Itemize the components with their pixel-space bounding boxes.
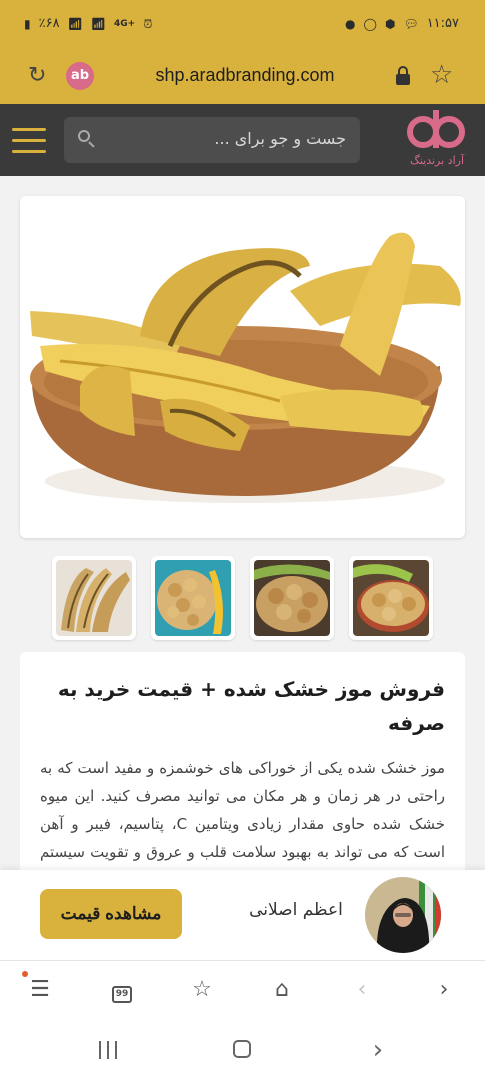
signal-icon: 📶︎ <box>67 16 83 31</box>
reload-icon[interactable]: ↻ <box>28 64 54 90</box>
site-badge-icon[interactable]: ab <box>66 62 94 90</box>
notification-dot-icon: ● <box>345 16 356 31</box>
thumbnail-image-chips-plate <box>353 560 429 636</box>
brand-name: آراد برندینگ <box>409 154 464 167</box>
product-title: فروش موز خشک شده + قیمت خرید به صرفه <box>57 677 445 735</box>
site-header: جست و جو برای ... آراد برندینگ <box>0 104 485 176</box>
seller-avatar[interactable] <box>363 875 443 955</box>
brand-logo[interactable]: آراد برندینگ <box>403 110 471 172</box>
recent-apps-icon[interactable] <box>88 1036 128 1064</box>
lock-icon[interactable] <box>396 66 410 86</box>
status-left: ▮ ٪۶۸ 📶︎ 📶︎ 4G+ ⏰︎ <box>24 16 153 31</box>
product-description: موز خشک شده یکی از خوراکی های خوشمزه و م… <box>40 759 445 880</box>
chat-icon: 💬︎ <box>403 16 419 31</box>
url-field[interactable]: shp.aradbranding.com <box>110 65 380 86</box>
logo-mark-icon <box>403 110 469 152</box>
forward-arrow-icon[interactable]: › <box>426 975 462 1007</box>
browser-address-bar: ↻ ab shp.aradbranding.com ☆ <box>0 48 485 104</box>
thumbnail-strip <box>52 556 434 640</box>
whatsapp-icon: ◯ <box>363 16 377 31</box>
network-type: 4G+ <box>114 18 136 29</box>
product-main-image[interactable] <box>20 196 465 538</box>
system-nav-bar: › <box>0 1020 485 1080</box>
alarm-icon: ⏰︎ <box>143 16 153 31</box>
status-bar: ▮ ٪۶۸ 📶︎ 📶︎ 4G+ ⏰︎ ● ◯ ⬢ 💬︎ ۱۱:۵۷ <box>0 0 485 48</box>
product-description-card: فروش موز خشک شده + قیمت خرید به صرفه موز… <box>20 652 465 880</box>
tabs-button[interactable]: 99 <box>104 975 140 1007</box>
system-back-icon[interactable]: › <box>358 1036 398 1064</box>
thumbnail-2[interactable] <box>151 556 235 640</box>
seller-bar: مشاهده قیمت اعظم اصلانی <box>0 870 485 960</box>
bookmark-star-icon[interactable]: ☆ <box>430 60 453 90</box>
battery-icon: ▮ <box>24 16 31 31</box>
thumbnail-image-banana-strips <box>56 560 132 636</box>
thumbnail-image-banana-chips <box>155 560 231 636</box>
back-arrow-icon[interactable]: ‹ <box>344 975 380 1007</box>
clock: ۱۱:۵۷ <box>426 16 459 31</box>
app-icon: ⬢ <box>384 16 396 31</box>
search-placeholder: جست و جو برای ... <box>214 129 346 148</box>
bookmarks-star-icon[interactable]: ☆ <box>184 975 220 1007</box>
thumbnail-image-chips-bowl <box>254 560 330 636</box>
menu-icon[interactable] <box>12 128 46 154</box>
menu-lines-icon[interactable]: ☰ <box>22 975 58 1007</box>
browser-bottom-nav: ☰ 99 ☆ ⌂ ‹ › <box>0 960 485 1020</box>
home-button-icon[interactable] <box>222 1036 262 1064</box>
thumbnail-3[interactable] <box>250 556 334 640</box>
home-icon[interactable]: ⌂ <box>264 975 300 1007</box>
view-price-button[interactable]: مشاهده قیمت <box>40 889 182 939</box>
search-input[interactable]: جست و جو برای ... <box>64 117 360 163</box>
seller-name: اعظم اصلانی <box>249 900 343 920</box>
signal-icon-2: 📶︎ <box>90 16 107 31</box>
battery-level: ٪۶۸ <box>38 16 60 31</box>
search-icon[interactable] <box>78 130 96 148</box>
thumbnail-4[interactable] <box>349 556 433 640</box>
tabs-count: 99 <box>112 986 132 1003</box>
status-right: ● ◯ ⬢ 💬︎ ۱۱:۵۷ <box>345 16 459 31</box>
dried-banana-bowl-image <box>20 196 465 538</box>
thumbnail-1[interactable] <box>52 556 136 640</box>
